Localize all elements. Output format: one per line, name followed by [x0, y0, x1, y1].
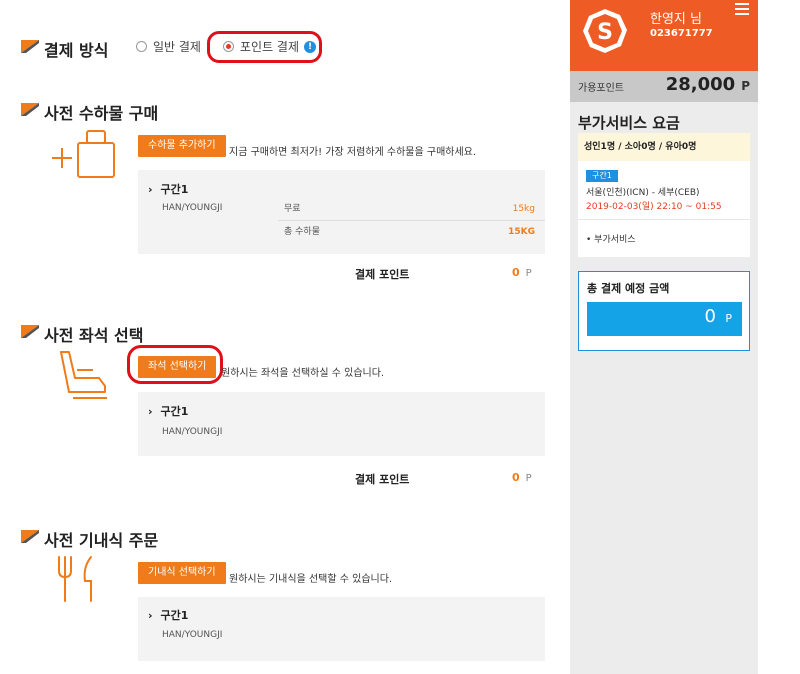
service-summary-card: 성인1명 / 소아0명 / 유아0명 구간1 서울(인천)(ICN) - 세부(…: [578, 133, 750, 257]
seat-description: 원하시는 좌석을 선택하실 수 있습니다.: [221, 368, 385, 379]
passenger-name: HAN/YOUNGJI: [162, 630, 223, 640]
total-amount-value: 0: [704, 306, 716, 327]
total-amount-unit: P: [725, 312, 732, 325]
section-flag-icon: [21, 40, 39, 53]
passenger-name: HAN/YOUNGJI: [162, 427, 223, 437]
seat-pay-label: 결제 포인트: [355, 473, 410, 486]
payment-method-title: 결제 방식: [44, 41, 109, 60]
highlight-oval-seat-button: [127, 345, 223, 384]
baggage-description: 지금 구매하면 최저가! 가장 저렴하게 수하물을 구매하세요.: [229, 147, 477, 158]
segment-badge: 구간1: [586, 170, 618, 182]
seat-segment-toggle[interactable]: › 구간1: [148, 403, 188, 419]
meal-segment-panel: › 구간1 HAN/YOUNGJI: [138, 597, 545, 661]
divider: [578, 219, 750, 220]
luggage-add-icon: [52, 130, 115, 178]
chevron-right-icon: ›: [148, 405, 153, 418]
total-baggage-label: 총 수하물: [284, 227, 320, 237]
main-content: 결제 방식 일반 결제 포인트 결제 ! 사전 수하물 구매 수하물 추가하기 …: [0, 0, 570, 674]
fork-knife-icon: [58, 556, 92, 602]
baggage-segment-panel: › 구간1 HAN/YOUNGJI 무료 15kg 총 수하물 15KG: [138, 170, 545, 254]
general-payment-label[interactable]: 일반 결제: [153, 38, 201, 55]
free-baggage-value: 15kg: [512, 204, 535, 214]
sidebar: S 한영지 님 023671777 가용포인트 28,000 P 부가서비스 요금…: [570, 0, 758, 674]
total-amount-box: 총 결제 예정 금액 0 P: [578, 271, 750, 351]
segment-label: 구간1: [160, 183, 189, 196]
points-label: 가용포인트: [578, 83, 624, 94]
airplane-seat-icon: [60, 351, 107, 399]
points-number: 28,000: [665, 74, 736, 95]
seat-section-title: 사전 좌석 선택: [44, 326, 144, 345]
total-baggage-row: 총 수하물 15KG: [284, 222, 535, 242]
passenger-name: HAN/YOUNGJI: [162, 203, 223, 213]
meal-section-title: 사전 기내식 주문: [44, 531, 159, 550]
chevron-right-icon: ›: [148, 609, 153, 622]
radio-general-payment[interactable]: [136, 41, 147, 52]
baggage-pay-value: 0P: [512, 266, 532, 279]
extra-services: • 부가서비스: [586, 235, 636, 245]
total-baggage-value: 15KG: [508, 227, 535, 237]
chevron-right-icon: ›: [148, 183, 153, 196]
meal-segment-toggle[interactable]: › 구간1: [148, 607, 188, 623]
highlight-oval-point-payment: [207, 31, 322, 63]
section-flag-icon: [21, 103, 39, 116]
free-baggage-row: 무료 15kg: [284, 199, 535, 219]
logo-letter: S: [597, 20, 613, 45]
user-id: 023671777: [650, 28, 713, 39]
hamburger-menu-icon[interactable]: [735, 3, 749, 15]
segment-label: 구간1: [160, 609, 189, 622]
baggage-pay-number: 0: [512, 266, 520, 279]
flight-route: 서울(인천)(ICN) - 세부(CEB): [586, 188, 700, 198]
seat-pay-value: 0P: [512, 471, 532, 484]
points-value: 28,000 P: [666, 74, 750, 95]
service-fee-title: 부가서비스 요금: [578, 114, 680, 132]
available-points-bar: 가용포인트 28,000 P: [570, 71, 758, 102]
seat-segment-panel: › 구간1 HAN/YOUNGJI: [138, 392, 545, 456]
total-amount-display: 0 P: [587, 302, 742, 336]
baggage-pay-unit: P: [525, 268, 532, 279]
divider: [278, 220, 545, 221]
brand-logo-icon: S: [583, 9, 627, 53]
add-baggage-button[interactable]: 수하물 추가하기: [138, 135, 226, 157]
select-meal-button[interactable]: 기내식 선택하기: [138, 562, 226, 584]
seat-pay-unit: P: [525, 473, 532, 484]
baggage-segment-toggle[interactable]: › 구간1: [148, 181, 188, 197]
flight-datetime: 2019-02-03(일) 22:10 ~ 01:55: [586, 202, 722, 212]
passenger-count: 성인1명 / 소아0명 / 유아0명: [578, 133, 750, 161]
section-flag-icon: [21, 530, 39, 543]
total-amount-title: 총 결제 예정 금액: [587, 282, 670, 295]
user-name: 한영지 님: [650, 12, 702, 27]
points-unit: P: [741, 79, 750, 93]
baggage-section-title: 사전 수하물 구매: [44, 104, 159, 123]
seat-pay-number: 0: [512, 471, 520, 484]
meal-description: 원하시는 기내식을 선택할 수 있습니다.: [229, 574, 393, 585]
baggage-pay-label: 결제 포인트: [355, 268, 410, 281]
section-flag-icon: [21, 325, 39, 338]
free-baggage-label: 무료: [284, 204, 301, 214]
segment-label: 구간1: [160, 405, 189, 418]
user-header: S 한영지 님 023671777: [570, 0, 758, 71]
